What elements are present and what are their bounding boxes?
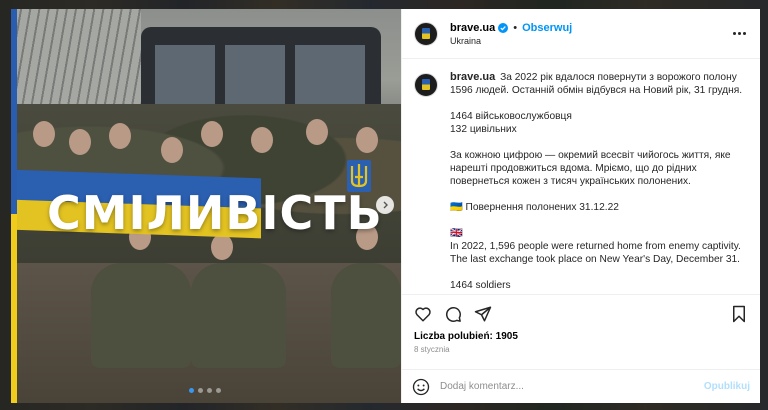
emoji-icon[interactable] [412, 378, 430, 396]
carousel-next-button[interactable] [376, 196, 394, 214]
carousel-dot [216, 388, 221, 393]
image-edge-yellow [11, 214, 17, 403]
publish-button[interactable]: Opublikuj [704, 381, 750, 392]
post-actions: Liczba polubień: 1905 8 stycznia [402, 294, 760, 369]
more-options-icon[interactable] [730, 32, 748, 35]
comment-icon[interactable] [444, 305, 462, 323]
follow-button[interactable]: Obserwuj [522, 22, 572, 34]
image-edge-blue [11, 9, 17, 214]
post-side-panel: brave.ua • Obserwuj Ukraina brave.ua За … [401, 9, 760, 403]
caption-line: 1464 soldiers [450, 280, 511, 291]
caption-text: brave.ua За 2022 рік вдалося повернути з… [450, 71, 748, 294]
caption-line: In 2022, 1,596 people were returned home… [450, 241, 741, 265]
post-date[interactable]: 8 stycznia [414, 345, 748, 354]
caption-area: brave.ua За 2022 рік вдалося повернути з… [402, 59, 760, 294]
post-header: brave.ua • Obserwuj Ukraina [402, 9, 760, 59]
avatar[interactable] [414, 21, 438, 46]
location-link[interactable]: Ukraina [450, 36, 730, 46]
caption-line: 🇺🇦 Повернення полонених 31.12.22 [450, 202, 619, 213]
comment-input[interactable] [440, 381, 704, 392]
post-modal: СМІЛИВІСТЬ brave.ua • Obserwuj Ukraina b… [11, 9, 760, 403]
caption-line: За кожною цифрою — окремий всесвіт чийог… [450, 150, 731, 187]
share-icon[interactable] [474, 305, 492, 323]
comment-bar: Opublikuj [402, 369, 760, 403]
trident-icon [347, 160, 371, 192]
chevron-right-icon [383, 201, 388, 209]
caption-avatar[interactable] [414, 73, 438, 97]
username-link[interactable]: brave.ua [450, 22, 495, 34]
carousel-dot [198, 388, 203, 393]
image-title-text: СМІЛИВІСТЬ [47, 186, 383, 240]
separator-dot: • [513, 21, 518, 34]
carousel-dot [207, 388, 212, 393]
verified-badge-icon [498, 22, 509, 33]
likes-count[interactable]: Liczba polubień: 1905 [414, 331, 748, 342]
caption-line: 1464 військовослужбовця [450, 111, 572, 122]
caption-username[interactable]: brave.ua [450, 71, 495, 83]
post-image[interactable]: СМІЛИВІСТЬ [11, 9, 401, 403]
caption-line: 🇬🇧 [450, 228, 463, 239]
carousel-indicator [189, 388, 221, 393]
caption-line: 132 цивільних [450, 124, 517, 135]
carousel-dot [189, 388, 194, 393]
bookmark-icon[interactable] [730, 305, 748, 323]
heart-icon[interactable] [414, 305, 432, 323]
